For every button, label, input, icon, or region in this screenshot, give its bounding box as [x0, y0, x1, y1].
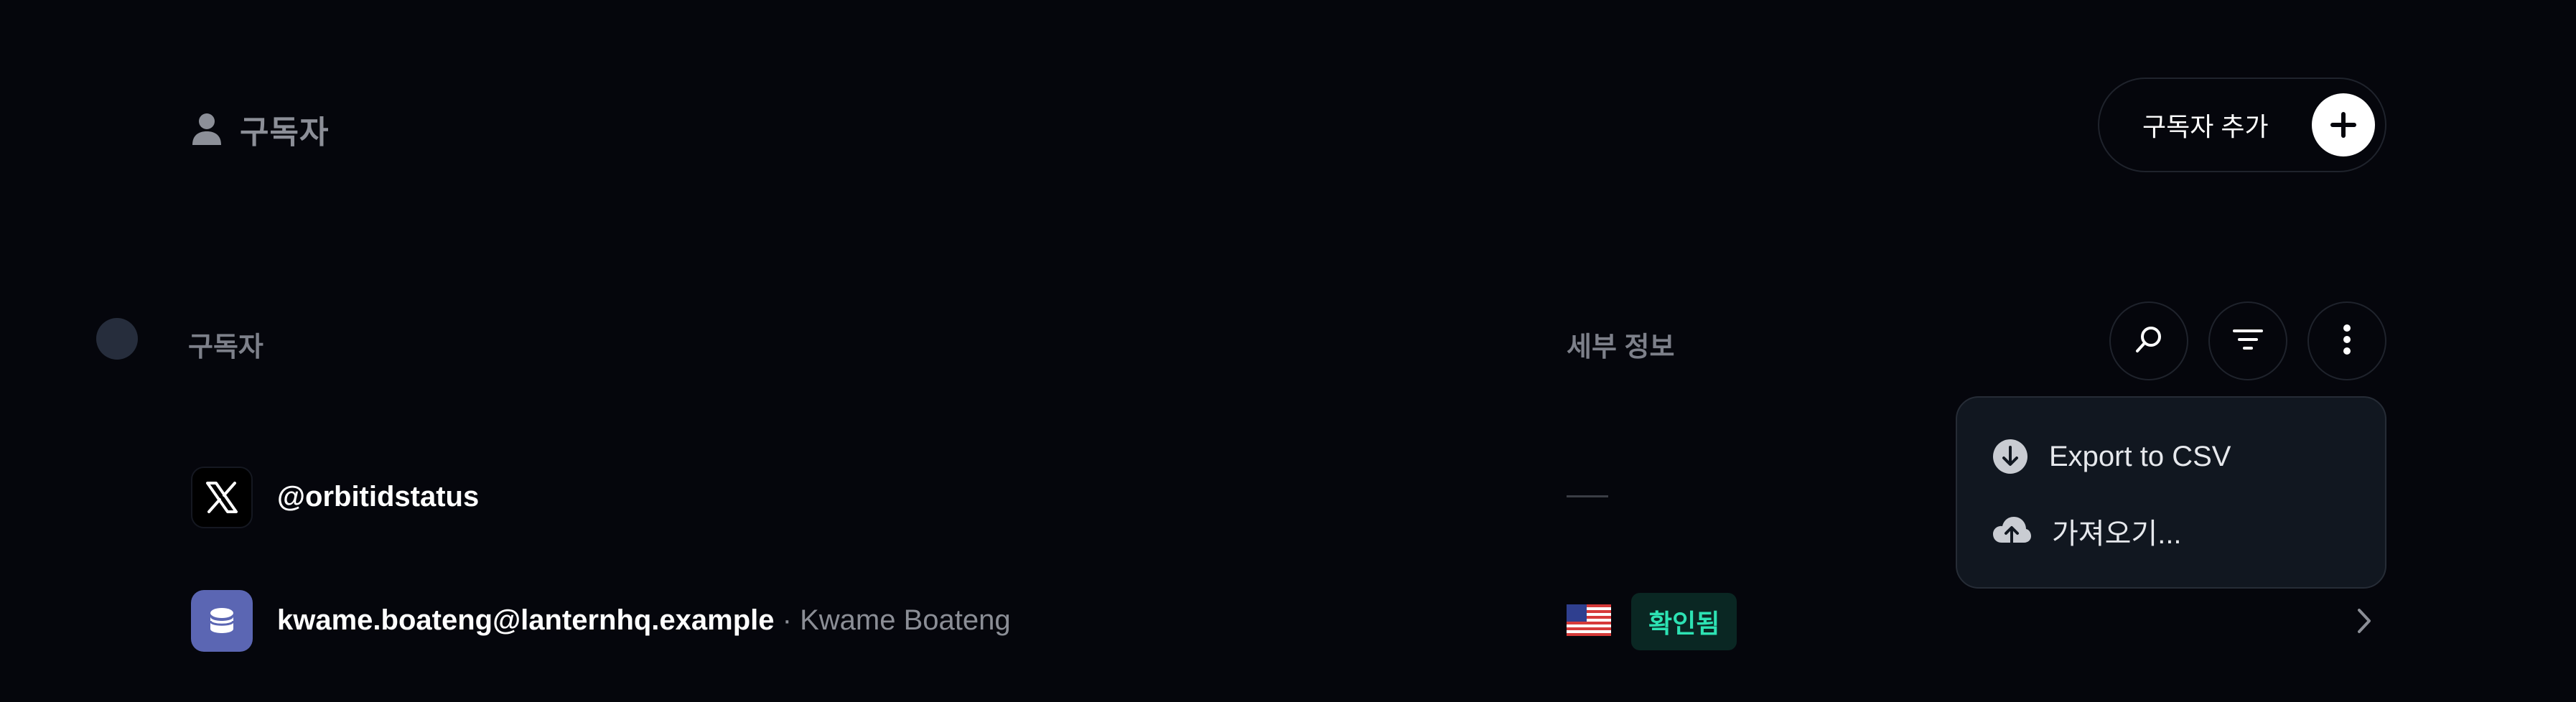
x-logo-icon	[191, 467, 253, 528]
search-icon	[2133, 324, 2165, 359]
menu-item-label: Export to CSV	[2049, 440, 2231, 472]
filter-icon	[2231, 327, 2264, 356]
subscriber-email: kwame.boateng@lanternhq.example · Kwame …	[277, 604, 1011, 636]
table-row[interactable]: kwame.boateng@lanternhq.example · Kwame …	[191, 590, 2388, 652]
menu-item-export-csv[interactable]: Export to CSV	[1957, 419, 2385, 494]
details-empty-dash	[1567, 495, 1608, 497]
more-options-menu: Export to CSV 가져오기...	[1956, 396, 2386, 589]
download-circle-icon	[1992, 438, 2029, 475]
select-all-checkbox[interactable]	[96, 318, 138, 360]
page-title-label: 구독자	[240, 115, 330, 150]
cloud-upload-icon	[1992, 514, 2032, 548]
page-title: 구독자	[191, 106, 329, 152]
chevron-right-icon[interactable]	[2353, 603, 2375, 642]
us-flag-icon	[1567, 604, 1611, 640]
plus-icon	[2312, 93, 2375, 156]
column-header-details: 세부 정보	[1567, 332, 1675, 362]
subscribers-page: 구독자 구독자 추가 구독자 세부 정보 @orbitidstatus kwam…	[0, 0, 2576, 702]
add-subscriber-button[interactable]: 구독자 추가	[2098, 78, 2386, 172]
add-subscriber-label: 구독자 추가	[2142, 112, 2269, 141]
menu-item-import[interactable]: 가져오기...	[1957, 494, 2385, 568]
subscriber-handle: @orbitidstatus	[277, 481, 480, 513]
user-icon	[191, 112, 223, 146]
menu-item-label: 가져오기...	[2052, 518, 2182, 550]
status-badge: 확인됨	[1631, 593, 1737, 650]
filter-button[interactable]	[2208, 301, 2287, 380]
column-header-subscriber: 구독자	[188, 332, 263, 362]
more-vertical-icon	[2343, 324, 2351, 359]
database-icon	[191, 590, 253, 652]
more-options-button[interactable]	[2307, 301, 2386, 380]
search-button[interactable]	[2109, 301, 2188, 380]
subscriber-name: · Kwame Boateng	[774, 604, 1011, 636]
